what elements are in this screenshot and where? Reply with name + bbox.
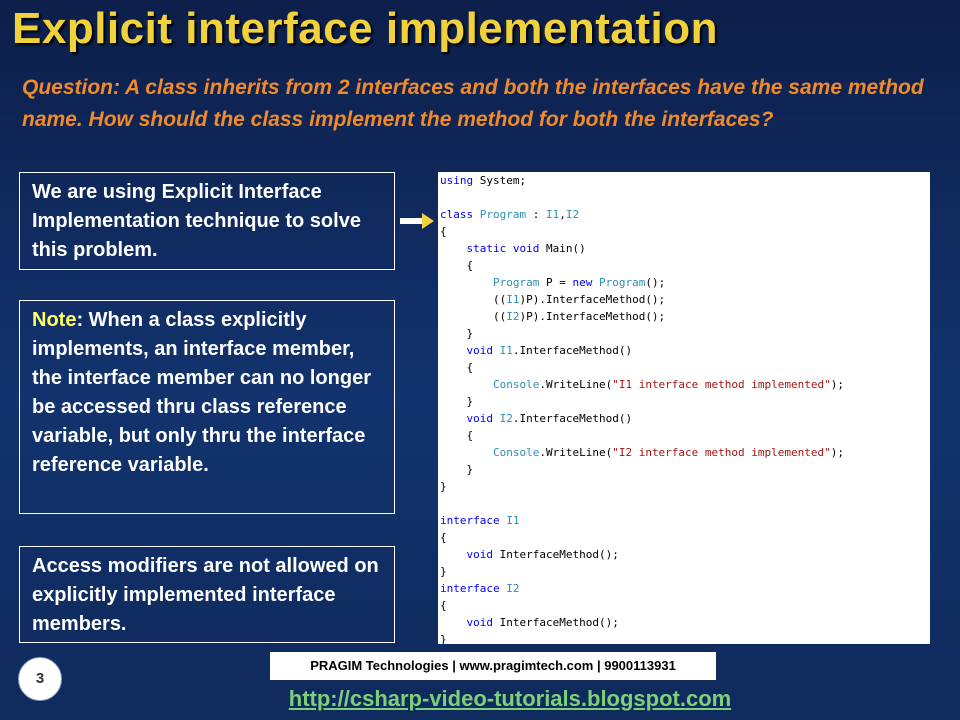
code-line: ((I2)P).InterfaceMethod(); xyxy=(440,310,666,323)
explanation-box: We are using Explicit Interface Implemen… xyxy=(19,172,395,270)
code-line: { xyxy=(440,225,447,238)
code-line: void InterfaceMethod(); xyxy=(466,616,619,629)
note-text: : When a class explicitly implements, an… xyxy=(32,309,371,476)
code-line: { xyxy=(440,259,474,272)
code-line: ((I1)P).InterfaceMethod(); xyxy=(440,293,666,306)
code-line: ​ xyxy=(438,189,930,206)
code-line: { xyxy=(440,361,474,374)
explanation-text: We are using Explicit Interface Implemen… xyxy=(32,181,361,261)
code-line: { xyxy=(440,531,447,544)
code-line: static void Main() xyxy=(466,242,586,255)
slide-title: Explicit interface implementation xyxy=(12,4,718,53)
right-arrow-icon xyxy=(400,213,434,229)
code-line: } xyxy=(440,395,474,408)
footer-link[interactable]: http://csharp-video-tutorials.blogspot.c… xyxy=(0,686,960,712)
code-line: interface I2 xyxy=(440,582,520,595)
access-modifiers-box: Access modifiers are not allowed on expl… xyxy=(19,546,395,643)
code-line: Console.WriteLine("I2 interface method i… xyxy=(492,446,844,459)
note-box: Note: When a class explicitly implements… xyxy=(19,300,395,514)
code-line: ​ xyxy=(438,495,930,512)
access-modifiers-text: Access modifiers are not allowed on expl… xyxy=(32,555,379,635)
code-line: } xyxy=(440,633,447,644)
code-line: Console.WriteLine("I1 interface method i… xyxy=(492,378,844,391)
footer-bar: PRAGIM Technologies | www.pragimtech.com… xyxy=(270,652,716,680)
code-line: interface I1 xyxy=(440,514,520,527)
code-line: void I1.InterfaceMethod() xyxy=(466,344,633,357)
code-line: } xyxy=(440,327,474,340)
code-line: } xyxy=(440,565,447,578)
code-line: class Program : I1,I2 xyxy=(440,208,580,221)
code-line: } xyxy=(440,480,447,493)
code-line: using System; xyxy=(440,174,527,187)
note-label: Note xyxy=(32,309,77,331)
code-panel: using System; ​ class Program : I1,I2 { sta… xyxy=(438,172,930,644)
code-line: void I2.InterfaceMethod() xyxy=(466,412,633,425)
code-line: { xyxy=(440,429,474,442)
code-line: } xyxy=(440,463,474,476)
code-line: Program P = new Program(); xyxy=(492,276,666,289)
question-text: Question: A class inherits from 2 interf… xyxy=(22,76,924,131)
code-line: { xyxy=(440,599,447,612)
code-line: void InterfaceMethod(); xyxy=(466,548,619,561)
